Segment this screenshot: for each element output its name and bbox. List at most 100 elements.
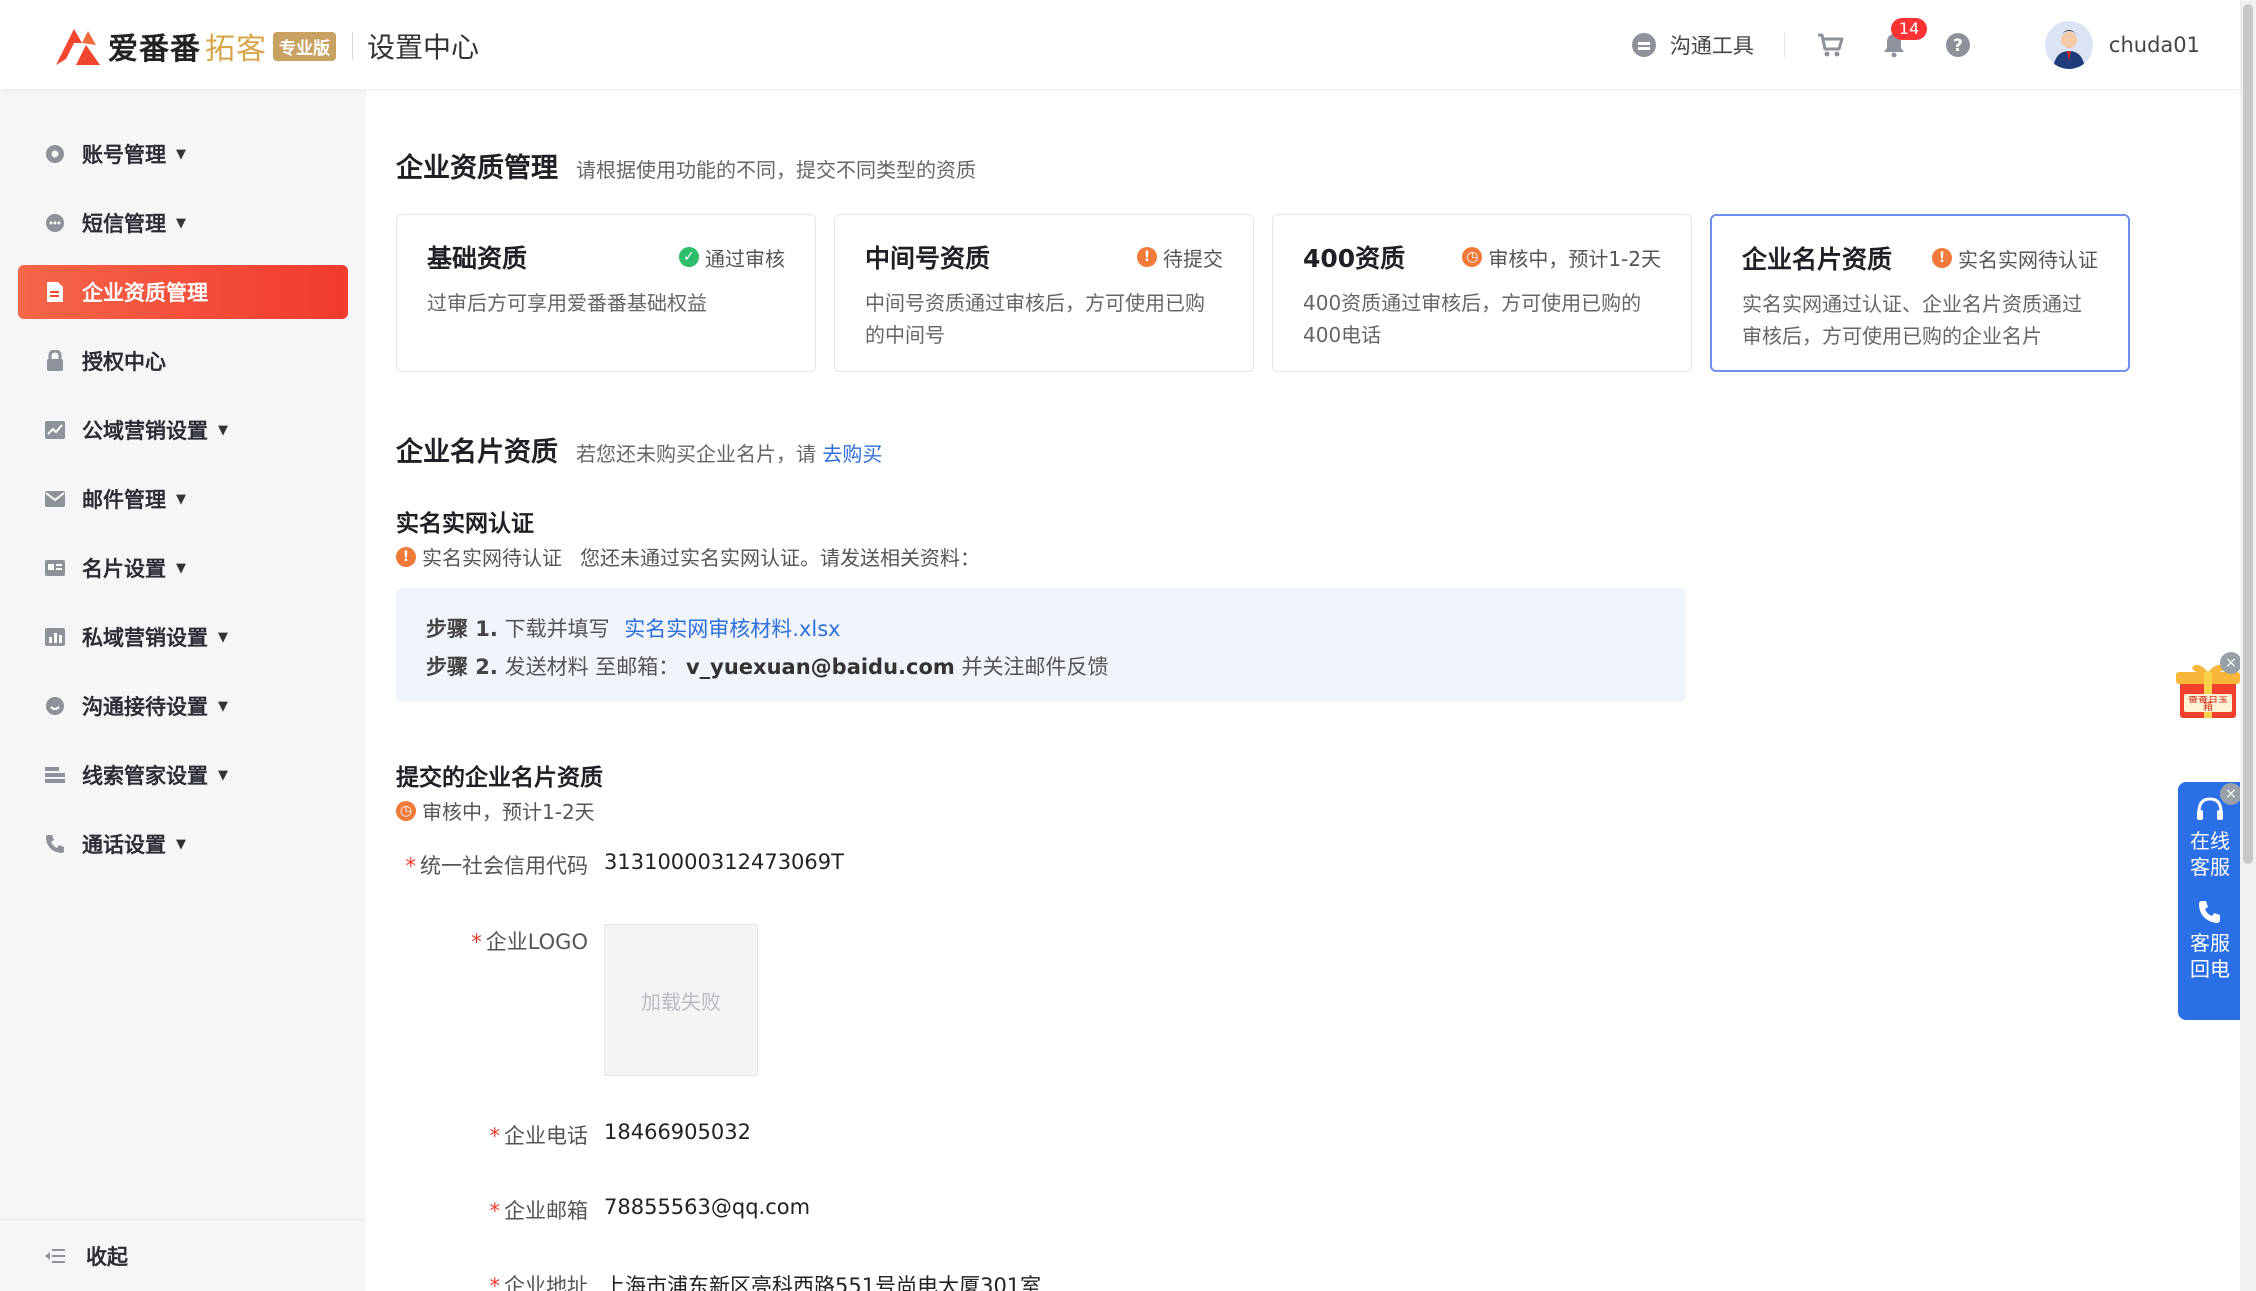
username[interactable]: chuda01 — [2109, 33, 2200, 57]
status-text: 待提交 — [1163, 246, 1223, 271]
address-value: 上海市浦东新区亮科西路551号尚电大厦301室 — [604, 1274, 1042, 1291]
caret-down-icon: ▼ — [176, 560, 186, 576]
warning-icon: ! — [1932, 248, 1952, 268]
email-value: 78855563@qq.com — [604, 1195, 811, 1219]
header-toolbar: 沟通工具 14 ? chuda01 — [1631, 0, 2200, 90]
caret-down-icon: ▼ — [218, 629, 228, 645]
card-middle-number[interactable]: 中间号资质 ! 待提交 中间号资质通过审核后，方可使用已购的中间号 — [834, 214, 1254, 372]
online-service-button[interactable]: 在线客服 — [2188, 828, 2232, 880]
sidebar-item-account[interactable]: 账号管理 ▼ — [18, 127, 348, 181]
page-title: 企业资质管理 — [396, 153, 558, 184]
sidebar-item-reception[interactable]: 沟通接待设置 ▼ — [18, 679, 348, 733]
form-label: * 企业电话 — [489, 1124, 589, 1148]
step-label: 步骤 2. — [426, 655, 498, 679]
sidebar-item-label: 名片设置 — [82, 557, 166, 581]
collapse-icon — [44, 1247, 66, 1265]
phone-value: 18466905032 — [604, 1120, 751, 1144]
warning-icon: ! — [1137, 247, 1157, 267]
download-template-link[interactable]: 实名实网审核材料.xlsx — [624, 617, 840, 641]
callback-button[interactable]: 客服回电 — [2188, 930, 2232, 982]
status-text: 通过审核 — [705, 246, 785, 271]
caret-down-icon: ▼ — [176, 491, 186, 507]
brand-name: 爱番番 — [108, 32, 201, 67]
sidebar-item-card-settings[interactable]: 名片设置 ▼ — [18, 541, 348, 595]
notification-button[interactable]: 14 — [1877, 18, 1928, 62]
card-title: 400资质 — [1303, 244, 1406, 273]
sidebar: 账号管理 ▼ 短信管理 ▼ 企业资质管理 授权中心 公域营销设置 ▼ 邮件管理 … — [0, 90, 366, 1291]
avatar[interactable] — [2044, 21, 2093, 69]
sidebar-item-call[interactable]: 通话设置 ▼ — [18, 817, 348, 871]
step-text: 发送材料 至邮箱： — [504, 655, 680, 679]
close-icon[interactable]: × — [2220, 783, 2242, 805]
help-button[interactable]: ? — [1941, 28, 1975, 62]
status-text: 实名实网待认证 — [422, 546, 562, 570]
sidebar-item-public-marketing[interactable]: 公域营销设置 ▼ — [18, 403, 348, 457]
card-description: 400资质通过审核后，方可使用已购的400电话 — [1303, 291, 1642, 347]
form-label: * 企业邮箱 — [489, 1199, 589, 1223]
card-business-card[interactable]: 企业名片资质 ! 实名实网待认证 实名实网通过认证、企业名片资质通过审核后，方可… — [1710, 214, 2130, 372]
scrollbar-thumb[interactable] — [2243, 4, 2253, 864]
realname-title: 实名实网认证 — [396, 511, 534, 537]
caret-down-icon: ▼ — [176, 146, 186, 162]
comm-tool-button[interactable]: 沟通工具 — [1631, 30, 1754, 60]
caret-down-icon: ▼ — [218, 422, 228, 438]
sidebar-item-qualification[interactable]: 企业资质管理 — [18, 265, 348, 319]
status-text: 审核中，预计1-2天 — [1488, 246, 1661, 271]
caret-down-icon: ▼ — [218, 767, 228, 783]
qualification-header: 企业资质管理 请根据使用功能的不同，提交不同类型的资质 — [396, 146, 976, 185]
step-text: 下载并填写 — [504, 617, 610, 641]
help-icon: ? — [1945, 33, 1970, 57]
gear-icon — [44, 143, 66, 165]
collapse-sidebar-button[interactable]: 收起 — [0, 1219, 366, 1291]
brand-logo[interactable]: 爱番番 拓客 专业版 设置中心 — [52, 22, 479, 70]
caret-down-icon: ▼ — [218, 698, 228, 714]
logo-divider — [352, 32, 353, 60]
bar-chart-icon — [44, 626, 66, 648]
qualification-cards: 基础资质 ✓ 通过审核 过审后方可享用爱番番基础权益 中间号资质 ! 待提交 中… — [396, 214, 2148, 372]
product-name: 拓客 — [205, 32, 267, 67]
status-badge: ✓ 通过审核 — [679, 243, 785, 272]
logo-mark-icon — [52, 23, 104, 69]
form-row-email: * 企业邮箱 78855563@qq.com — [396, 1195, 811, 1225]
sidebar-item-mail[interactable]: 邮件管理 ▼ — [18, 472, 348, 526]
step-label: 步骤 1. — [426, 617, 498, 641]
status-text: 审核中，预计1-2天 — [422, 800, 595, 824]
card-title: 基础资质 — [427, 244, 528, 273]
list-icon — [44, 764, 66, 786]
logo-image-placeholder[interactable]: 加载失败 — [604, 924, 758, 1076]
sidebar-item-label: 线索管家设置 — [82, 764, 208, 788]
form-row-address: * 企业地址 上海市浦东新区亮科西路551号尚电大厦301室 — [396, 1270, 1042, 1291]
sidebar-item-label: 企业资质管理 — [82, 281, 208, 305]
form-label: * 企业地址 — [396, 1270, 604, 1291]
customer-service-widget: 在线客服 客服回电 — [2178, 782, 2242, 1020]
page-scrollbar[interactable] — [2240, 0, 2256, 1291]
sidebar-item-sms[interactable]: 短信管理 ▼ — [18, 196, 348, 250]
realname-description: 您还未通过实名实网认证。请发送相关资料： — [580, 546, 980, 570]
cart-button[interactable] — [1813, 28, 1847, 62]
credit-code-value: 31310000312473069T — [604, 850, 844, 874]
form-row-phone: * 企业电话 18466905032 — [396, 1120, 751, 1150]
section-description: 若您还未购买企业名片，请 去购买 — [576, 438, 882, 467]
card-description: 过审后方可享用爱番番基础权益 — [427, 291, 707, 315]
sidebar-item-label: 账号管理 — [82, 143, 166, 167]
sidebar-item-leads[interactable]: 线索管家设置 ▼ — [18, 748, 348, 802]
label-text: 企业邮箱 — [504, 1199, 588, 1223]
sidebar-item-auth[interactable]: 授权中心 — [18, 334, 348, 388]
top-header: 爱番番 拓客 专业版 设置中心 沟通工具 14 ? chuda01 — [0, 0, 2240, 90]
form-row-logo: * 企业LOGO 加载失败 — [396, 924, 758, 1076]
card-section-header: 企业名片资质 若您还未购买企业名片，请 去购买 — [396, 430, 882, 469]
section-title: 企业名片资质 — [396, 437, 558, 468]
phone-callback-icon — [2196, 898, 2224, 926]
chart-icon — [44, 419, 66, 441]
buy-link[interactable]: 去购买 — [822, 442, 882, 466]
caret-down-icon: ▼ — [176, 836, 186, 852]
card-400[interactable]: 400资质 ◷ 审核中，预计1-2天 400资质通过审核后，方可使用已购的400… — [1272, 214, 1692, 372]
sidebar-item-private-marketing[interactable]: 私域营销设置 ▼ — [18, 610, 348, 664]
close-icon[interactable]: × — [2220, 652, 2242, 674]
card-title: 中间号资质 — [865, 244, 991, 273]
status-badge: ◷ 审核中，预计1-2天 — [1462, 243, 1661, 272]
mail-icon — [44, 488, 66, 510]
form-label: * 企业LOGO — [471, 930, 588, 954]
chat-icon — [44, 212, 66, 234]
card-basic[interactable]: 基础资质 ✓ 通过审核 过审后方可享用爱番番基础权益 — [396, 214, 816, 372]
